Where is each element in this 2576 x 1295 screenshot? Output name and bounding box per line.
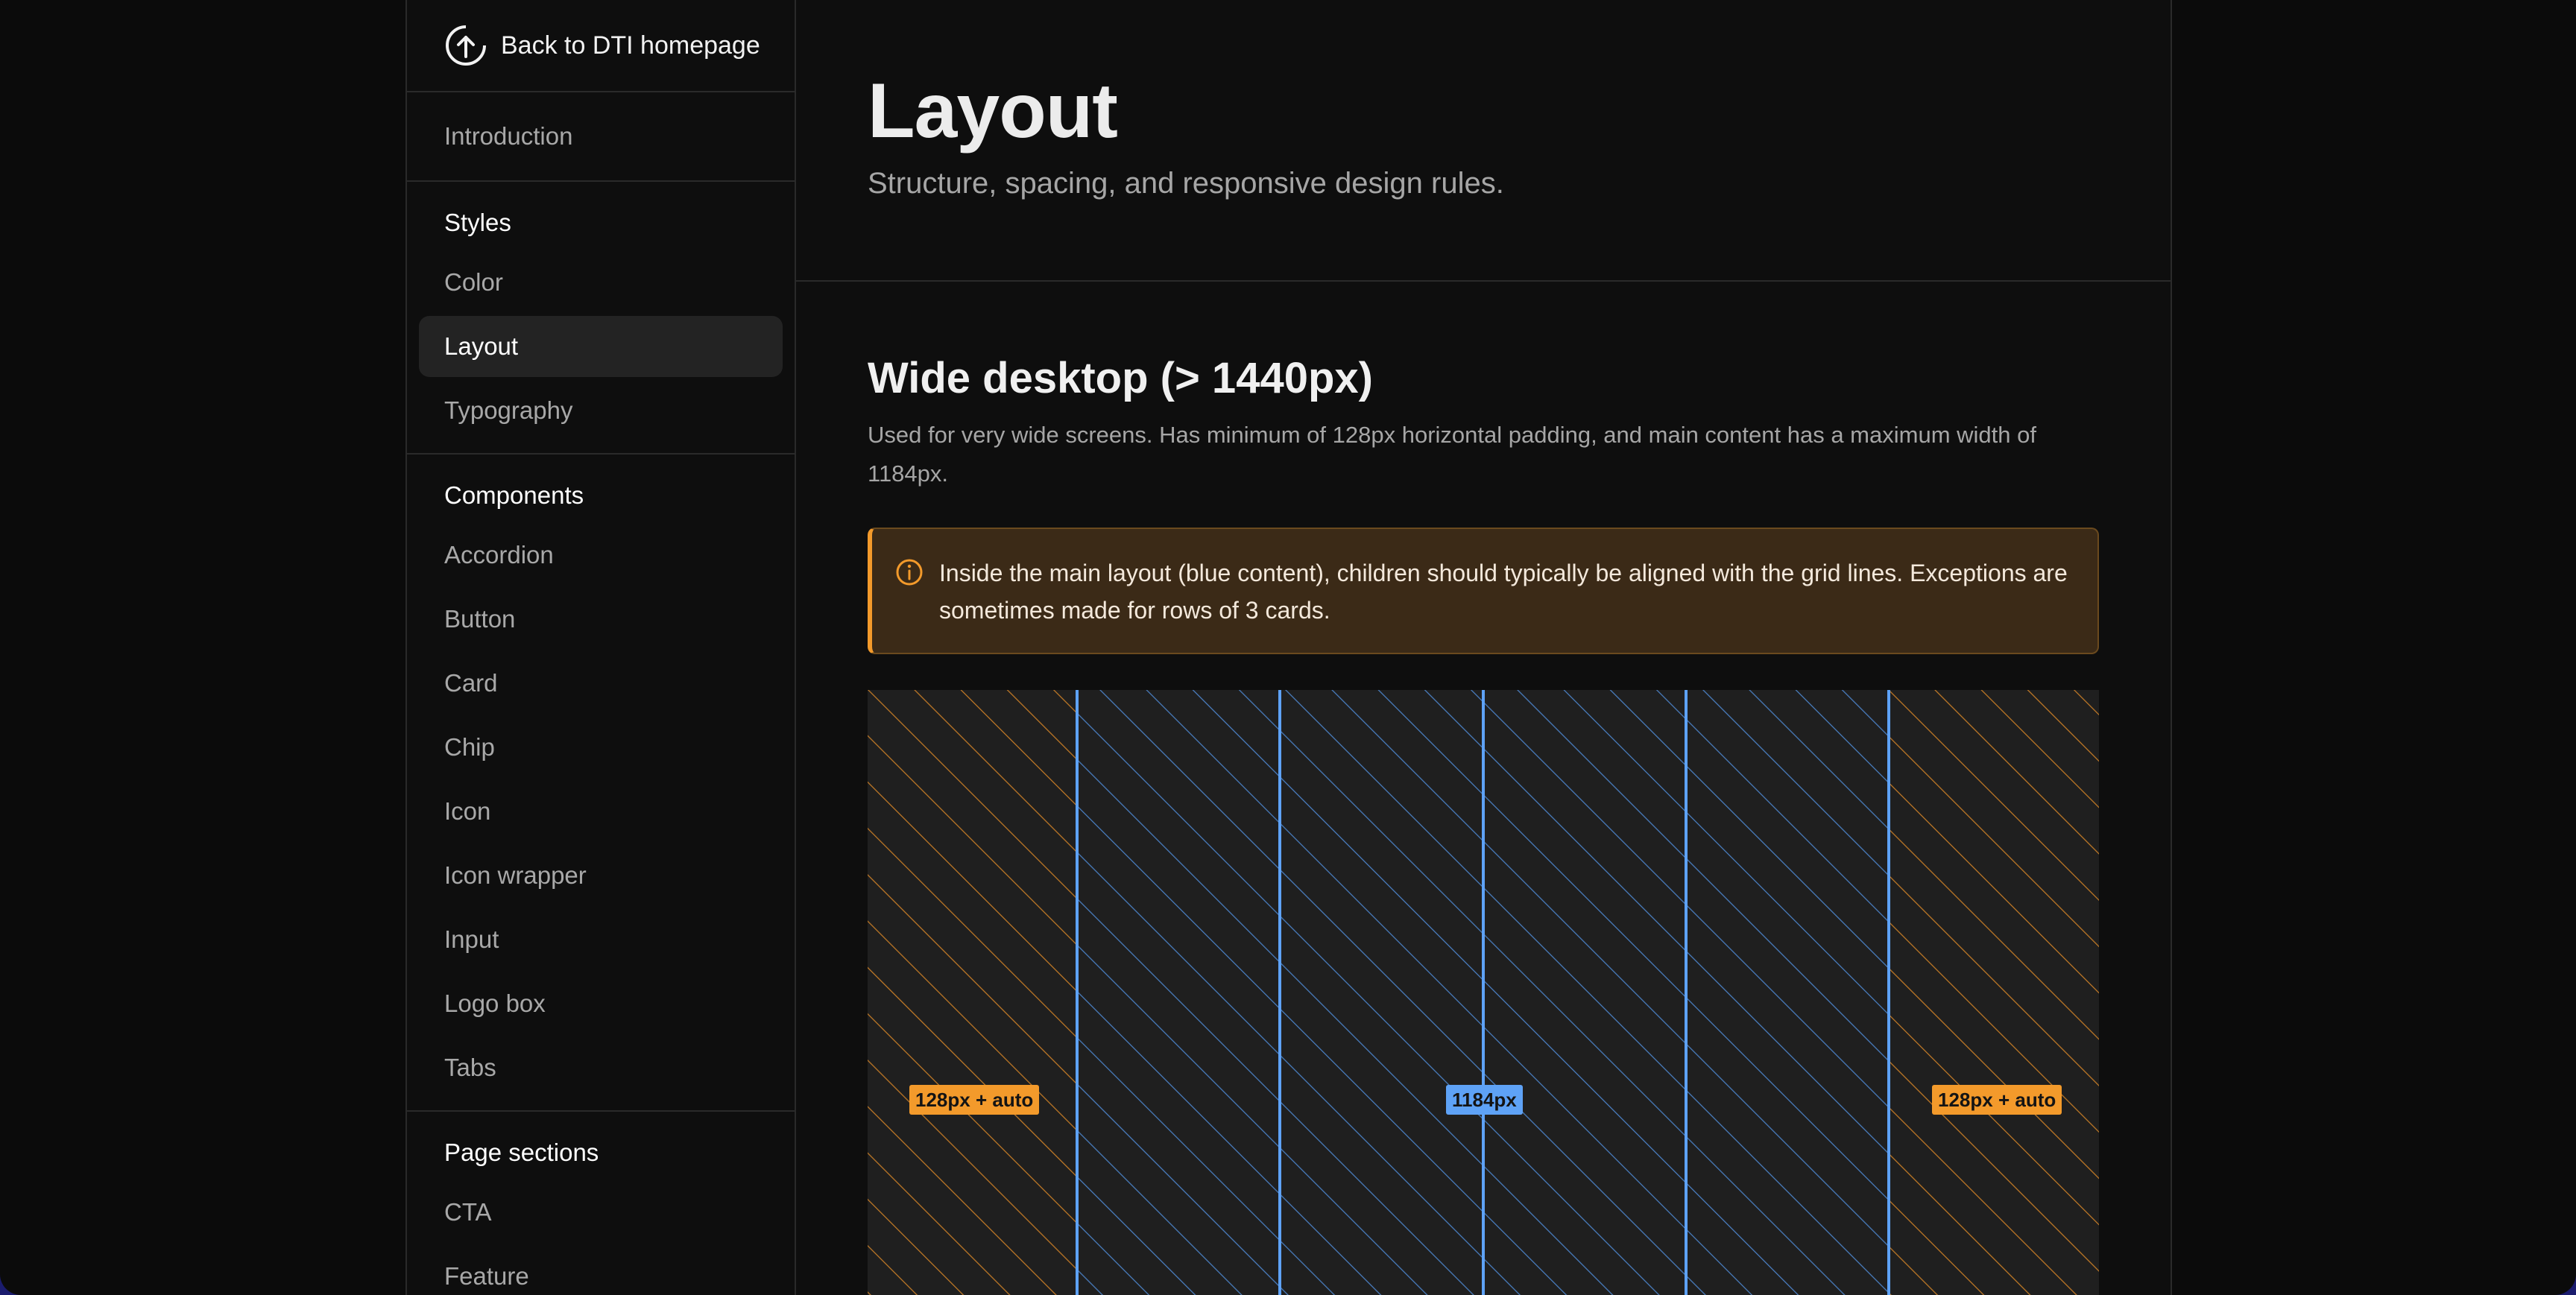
info-callout: Inside the main layout (blue content), c…: [868, 528, 2099, 654]
content-width-label: 1184px: [1446, 1085, 1523, 1115]
sidebar-item-card[interactable]: Card: [419, 653, 783, 714]
docs-page: Back to DTI homepage Introduction Styles…: [405, 0, 2172, 1295]
info-icon: [896, 559, 923, 586]
nav-section-styles: Styles Color Layout Typography: [407, 182, 795, 455]
sidebar-item-color[interactable]: Color: [419, 252, 783, 313]
arrow-up-circle-icon: [446, 25, 486, 66]
main-content: Layout Structure, spacing, and responsiv…: [796, 0, 2171, 1295]
sidebar-item-chip[interactable]: Chip: [419, 717, 783, 778]
page-title: Layout: [868, 68, 1118, 154]
sidebar-item-cta[interactable]: CTA: [419, 1182, 783, 1243]
nav-heading-page-sections: Page sections: [444, 1139, 599, 1166]
section-description: Used for very wide screens. Has minimum …: [868, 422, 2036, 487]
nav-section-components: Components Accordion Button Card Chip Ic…: [407, 455, 795, 1112]
back-to-homepage-link[interactable]: Back to DTI homepage: [407, 0, 795, 92]
sidebar-item-introduction[interactable]: Introduction: [419, 106, 783, 167]
page-subtitle: Structure, spacing, and responsive desig…: [868, 167, 1504, 200]
sidebar-item-typography[interactable]: Typography: [419, 380, 783, 441]
callout-text: Inside the main layout (blue content), c…: [939, 560, 2068, 624]
layout-grid-diagram: 128px + auto 1184px 128px + auto: [868, 690, 2099, 1295]
right-padding-label: 128px + auto: [1932, 1085, 2062, 1115]
sidebar-item-feature[interactable]: Feature: [419, 1246, 783, 1295]
sidebar-item-layout[interactable]: Layout: [419, 316, 783, 377]
sidebar-item-icon[interactable]: Icon: [419, 781, 783, 842]
page-header: Layout Structure, spacing, and responsiv…: [796, 0, 2171, 282]
left-padding-label: 128px + auto: [909, 1085, 1040, 1115]
sidebar-item-logo-box[interactable]: Logo box: [419, 973, 783, 1034]
nav-heading-styles: Styles: [444, 209, 511, 236]
right-padding-area: [1890, 690, 2099, 1295]
browser-screen: Back to DTI homepage Introduction Styles…: [0, 0, 2576, 1295]
sidebar-item-button[interactable]: Button: [419, 589, 783, 650]
left-padding-area: [868, 690, 1076, 1295]
section-title: Wide desktop (> 1440px): [868, 354, 1373, 402]
nav-section-intro: Introduction: [407, 92, 795, 182]
nav-section-page-sections: Page sections CTA Feature: [407, 1112, 795, 1295]
nav-heading-components: Components: [444, 481, 584, 509]
sidebar-item-tabs[interactable]: Tabs: [419, 1037, 783, 1098]
layout-grid-graphic: [868, 690, 2099, 1295]
sidebar-item-input[interactable]: Input: [419, 909, 783, 970]
back-link-label: Back to DTI homepage: [501, 31, 760, 60]
sidebar-item-icon-wrapper[interactable]: Icon wrapper: [419, 845, 783, 906]
sidebar-nav: Back to DTI homepage Introduction Styles…: [407, 0, 796, 1295]
sidebar-item-accordion[interactable]: Accordion: [419, 525, 783, 586]
